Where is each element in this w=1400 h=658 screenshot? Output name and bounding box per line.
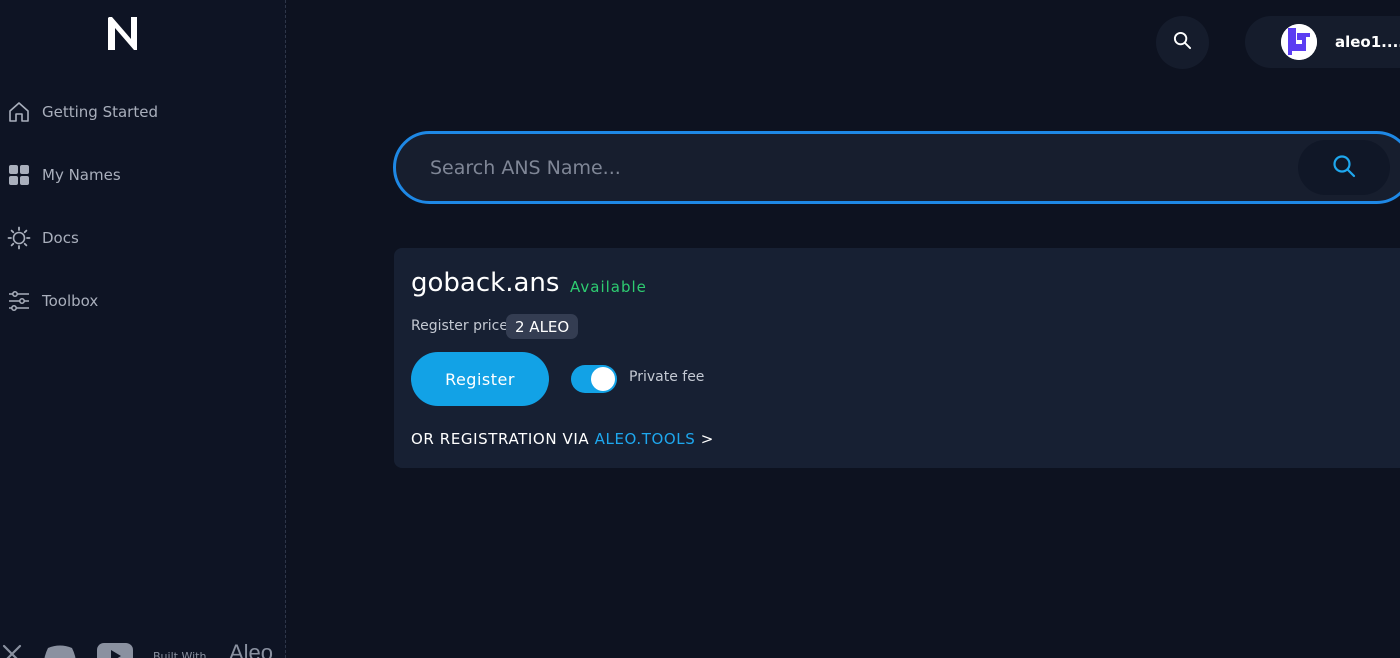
youtube-icon[interactable] <box>96 642 134 658</box>
sidebar-footer: Built With Aleo <box>0 640 286 658</box>
search-submit-button[interactable] <box>1298 140 1390 195</box>
discord-icon[interactable] <box>42 644 78 658</box>
sidebar-item-toolbox[interactable]: Toolbox <box>0 281 286 321</box>
account-address: aleo1....f8 <box>1335 33 1400 51</box>
sidebar-item-label: Docs <box>42 229 79 247</box>
alt-registration-chevron[interactable]: > <box>701 430 714 448</box>
status-badge: Available <box>570 278 647 296</box>
toggle-knob <box>591 367 615 391</box>
sidebar-nav: Getting Started My Names Docs Toolbox <box>0 92 286 344</box>
built-with-label: Built With <box>153 650 207 658</box>
search-input[interactable] <box>430 134 1290 201</box>
sidebar: Getting Started My Names Docs Toolbox Bu… <box>0 0 286 658</box>
aleo-brand-label[interactable]: Aleo <box>229 640 273 658</box>
register-button[interactable]: Register <box>411 352 549 406</box>
wallet-account-button[interactable]: aleo1....f8 <box>1245 16 1400 68</box>
ans-logo-icon[interactable] <box>105 14 141 52</box>
aleo-tools-link[interactable]: ALEO.TOOLS <box>595 430 696 448</box>
x-twitter-icon[interactable] <box>2 644 22 658</box>
private-fee-label: Private fee <box>629 369 705 385</box>
sliders-icon <box>6 288 32 314</box>
search-icon <box>1332 154 1356 182</box>
register-price-value: 2 ALEO <box>506 314 579 339</box>
sidebar-item-label: My Names <box>42 166 121 184</box>
grid-icon <box>6 162 32 188</box>
sidebar-item-label: Getting Started <box>42 103 158 121</box>
sun-icon <box>6 225 32 251</box>
search-icon <box>1173 31 1192 54</box>
header-search-button[interactable] <box>1156 16 1209 69</box>
sidebar-item-my-names[interactable]: My Names <box>0 155 286 195</box>
private-fee-toggle[interactable] <box>571 365 617 393</box>
result-domain-name: goback.ans <box>411 268 560 298</box>
avatar <box>1281 24 1317 60</box>
sidebar-item-label: Toolbox <box>42 292 99 310</box>
sidebar-item-getting-started[interactable]: Getting Started <box>0 92 286 132</box>
sidebar-item-docs[interactable]: Docs <box>0 218 286 258</box>
alt-registration-prefix: OR REGISTRATION VIA <box>411 430 590 448</box>
ans-search-bar <box>393 131 1400 204</box>
register-price-label: Register price: <box>411 318 513 334</box>
home-icon <box>6 99 32 125</box>
alternative-registration: OR REGISTRATION VIA ALEO.TOOLS > <box>411 430 714 448</box>
search-result-card: goback.ans Available Register price: 2 A… <box>394 248 1400 468</box>
